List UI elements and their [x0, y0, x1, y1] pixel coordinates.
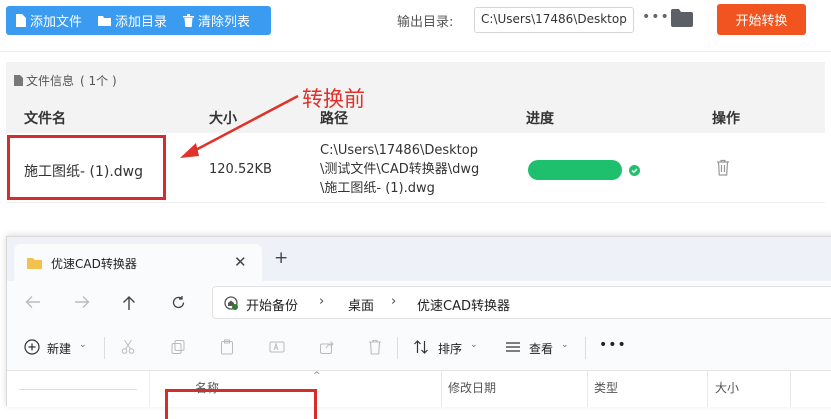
delete-icon[interactable] — [368, 339, 382, 355]
path-line: \施工图纸- (1).dwg — [320, 181, 435, 196]
paste-icon[interactable] — [219, 339, 235, 355]
navigation-bar: 开始备份 › 桌面 › 优速CAD转换器 — [7, 281, 831, 325]
breadcrumb-item[interactable]: 桌面 — [348, 295, 374, 314]
copy-icon[interactable] — [170, 339, 186, 355]
navigation-pane — [7, 371, 150, 407]
tab-strip: 优速CAD转换器 ✕ + — [7, 237, 831, 281]
clear-list-button[interactable]: 清除列表 — [174, 6, 257, 35]
output-dir-label: 输出目录: — [397, 15, 454, 30]
sort-button[interactable]: 排序 — [438, 340, 462, 357]
chevron-down-icon[interactable]: ⌄ — [470, 340, 478, 350]
chevron-down-icon[interactable]: ⌄ — [561, 340, 569, 350]
file-info-label: 文件信息 — [26, 73, 75, 88]
chevron-down-icon[interactable]: ⌄ — [79, 340, 87, 350]
column-separator[interactable] — [707, 371, 708, 407]
annotation-box — [165, 389, 317, 419]
add-tab-icon[interactable]: + — [274, 250, 288, 267]
open-folder-button[interactable] — [671, 9, 693, 29]
close-icon[interactable]: ✕ — [234, 253, 247, 271]
folder-icon — [98, 16, 112, 26]
add-file-button[interactable]: 添加文件 — [6, 6, 89, 35]
column-separator[interactable] — [587, 371, 588, 407]
home-sync-icon — [224, 296, 238, 310]
file-count: ( 1个 ) — [80, 73, 117, 88]
divider — [104, 337, 105, 359]
rename-icon[interactable] — [269, 339, 285, 355]
start-convert-button[interactable]: 开始转换 — [717, 4, 806, 35]
view-icon[interactable] — [505, 339, 521, 355]
column-separator[interactable] — [441, 371, 442, 407]
col-header-name: 文件名 — [24, 111, 66, 127]
converter-app: 添加文件 添加目录 清除列表 输出目录: C:\Users\17486\Desk… — [0, 0, 831, 235]
file-size-cell: 120.52KB — [209, 162, 272, 177]
chevron-right-icon[interactable]: › — [319, 294, 324, 309]
col-header-size[interactable]: 大小 — [715, 379, 739, 396]
tab-title: 优速CAD转换器 — [51, 257, 137, 271]
path-line: \测试文件\CAD转换器\dwg — [320, 162, 480, 177]
explorer-tab[interactable]: 优速CAD转换器 ✕ — [14, 244, 262, 281]
column-separator[interactable] — [790, 371, 791, 407]
more-options-button[interactable]: ••• — [642, 9, 670, 25]
path-line: C:\Users\17486\Desktop — [320, 143, 478, 158]
sort-caret-icon: ^ — [313, 371, 321, 381]
delete-row-button[interactable] — [716, 159, 730, 180]
new-plus-icon[interactable] — [24, 339, 40, 355]
breadcrumb-item[interactable]: 开始备份 — [246, 295, 298, 314]
cut-icon[interactable] — [120, 339, 136, 355]
up-icon[interactable] — [122, 295, 136, 311]
file-list: ^ 名称 修改日期 类型 大小 — [7, 371, 831, 419]
check-icon — [629, 165, 640, 176]
refresh-icon[interactable] — [171, 295, 186, 310]
back-icon[interactable] — [25, 295, 41, 309]
col-header-action: 操作 — [712, 111, 740, 127]
share-icon[interactable] — [319, 339, 335, 355]
folder-icon — [671, 9, 693, 27]
col-header-progress: 进度 — [526, 111, 554, 127]
annotation-label: 转换前 — [302, 87, 365, 111]
add-file-label: 添加文件 — [30, 15, 83, 30]
annotation-box — [7, 135, 166, 200]
table-header: 文件名 大小 路径 进度 操作 — [6, 98, 825, 133]
new-button[interactable]: 新建 — [47, 340, 71, 357]
col-header-modified[interactable]: 修改日期 — [448, 379, 496, 396]
add-dir-label: 添加目录 — [115, 15, 168, 30]
file-icon — [16, 14, 26, 27]
file-path-cell: C:\Users\17486\Desktop \测试文件\CAD转换器\dwg … — [320, 141, 479, 198]
divider — [19, 389, 137, 390]
folder-icon — [27, 258, 42, 269]
progress-bar — [528, 160, 622, 180]
file-explorer-window: 优速CAD转换器 ✕ + 开始备份 › 桌面 › 优速CAD转换器 新建 ⌄ 排… — [6, 236, 831, 419]
divider — [397, 337, 398, 359]
col-header-type[interactable]: 类型 — [594, 379, 618, 396]
more-options-icon[interactable]: ••• — [599, 337, 627, 353]
sort-icon[interactable] — [413, 339, 429, 355]
chevron-right-icon[interactable]: › — [391, 294, 396, 309]
trash-icon — [717, 159, 729, 176]
file-info-bar: 文件信息 ( 1个 ) — [6, 62, 825, 98]
toolbar-button-group: 添加文件 添加目录 清除列表 — [6, 6, 271, 35]
toolbar: 添加文件 添加目录 清除列表 输出目录: C:\Users\17486\Desk… — [0, 0, 831, 52]
forward-icon[interactable] — [74, 295, 90, 309]
command-bar: 新建 ⌄ 排序 ⌄ 查看 ⌄ ••• — [7, 325, 831, 371]
divider — [585, 337, 586, 359]
trash-icon — [183, 14, 195, 27]
document-icon — [14, 74, 23, 86]
address-bar[interactable]: 开始备份 › 桌面 › 优速CAD转换器 — [212, 286, 831, 319]
breadcrumb-item[interactable]: 优速CAD转换器 — [417, 295, 510, 314]
output-dir-input[interactable]: C:\Users\17486\Desktop — [474, 7, 634, 33]
col-header-size: 大小 — [209, 111, 237, 127]
add-dir-button[interactable]: 添加目录 — [89, 6, 174, 35]
view-button[interactable]: 查看 — [529, 340, 553, 357]
clear-list-label: 清除列表 — [198, 15, 251, 30]
